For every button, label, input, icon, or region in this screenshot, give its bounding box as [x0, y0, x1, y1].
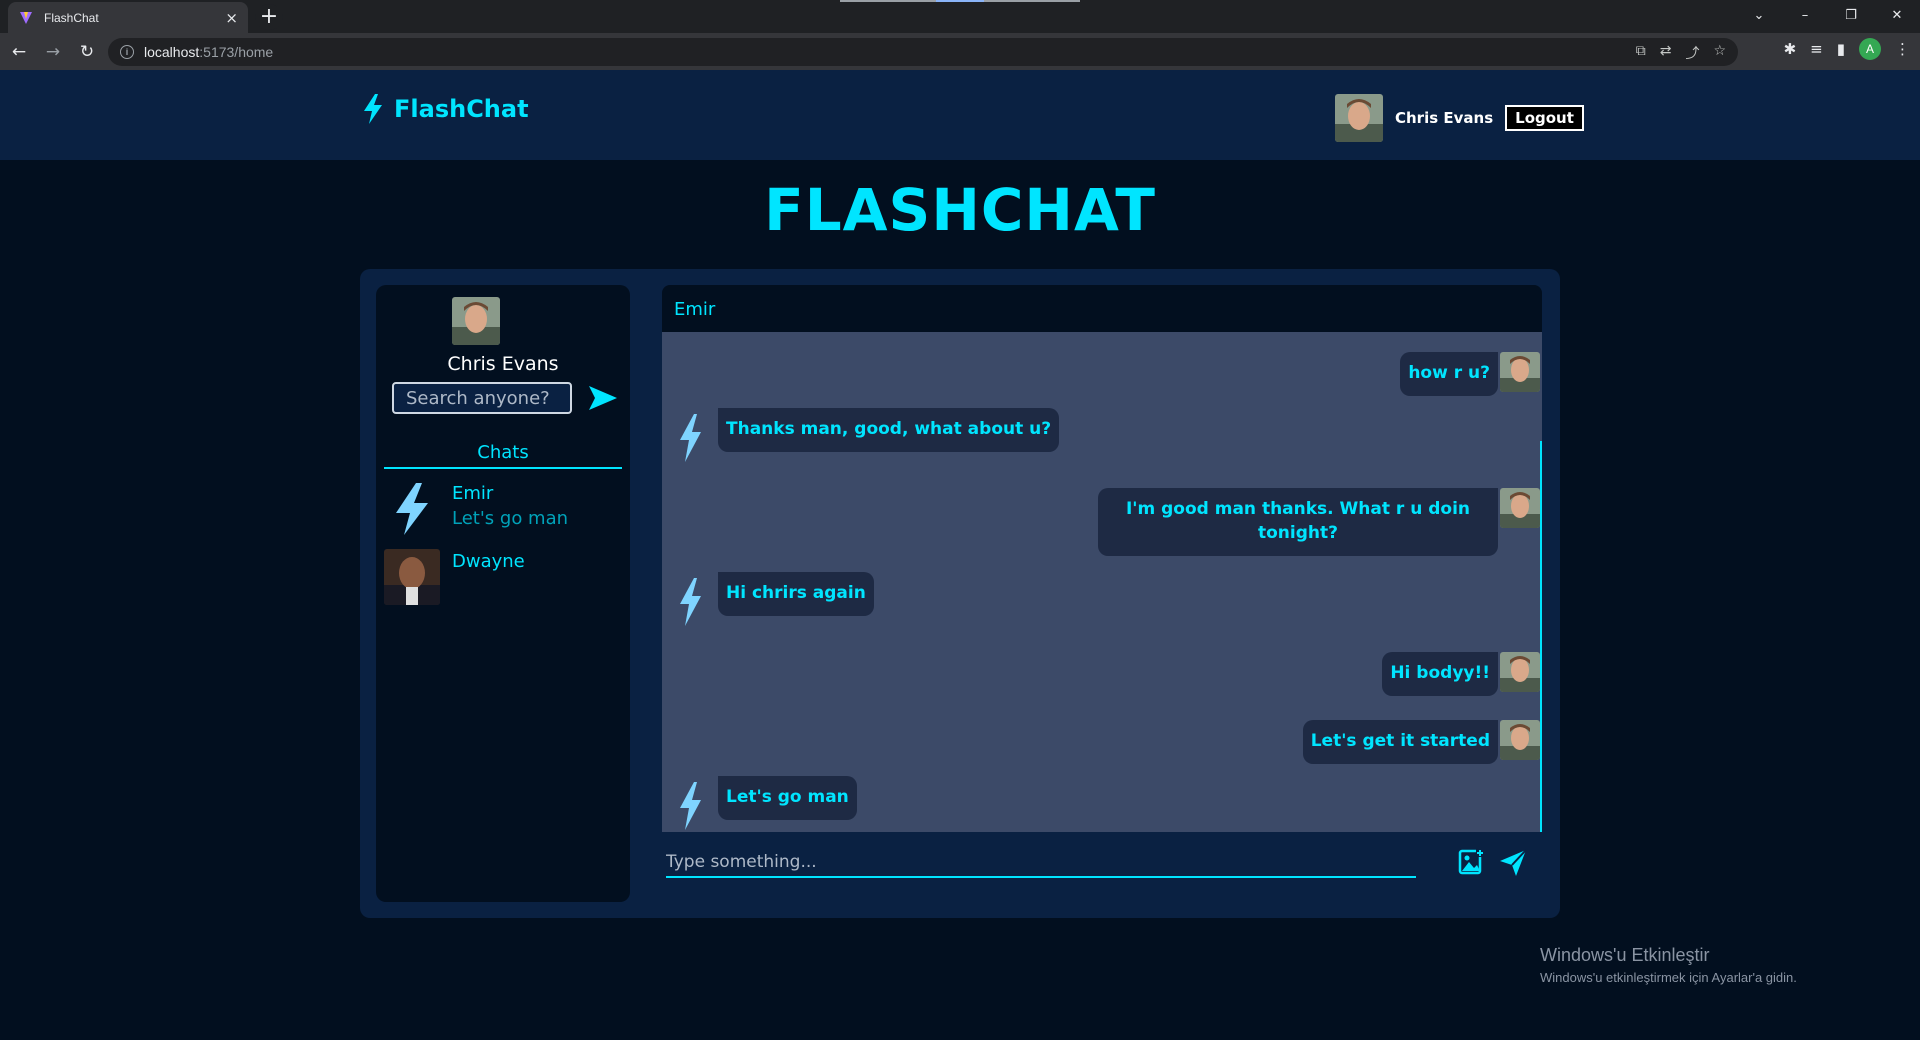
translate-icon[interactable]: ⇄: [1660, 43, 1672, 63]
sidebar: Chris Evans Chats Emir Let's go man Dway…: [376, 285, 630, 902]
message-composer: [662, 832, 1542, 902]
tab-title: FlashChat: [44, 10, 99, 25]
watermark-title: Windows'u Etkinleştir: [1540, 945, 1710, 965]
list-item[interactable]: Dwayne: [384, 549, 622, 609]
reload-icon[interactable]: ↻: [72, 37, 102, 67]
header-user: Chris Evans Logout: [1335, 94, 1584, 142]
sidebar-user-name: Chris Evans: [447, 353, 559, 375]
site-info-icon[interactable]: i: [120, 45, 134, 59]
vite-favicon-icon: [18, 10, 34, 26]
avatar: [1500, 720, 1540, 760]
side-panel-icon[interactable]: ▮: [1837, 40, 1845, 58]
lightning-icon: [680, 414, 701, 462]
avatar: [1500, 488, 1540, 528]
share-icon[interactable]: ⤴: [1685, 43, 1699, 63]
lightning-icon: [396, 483, 428, 535]
chat-name: Dwayne: [452, 551, 525, 572]
extensions-icon[interactable]: ✱: [1784, 40, 1797, 58]
app-header: FlashChat Chris Evans Logout: [0, 70, 1920, 160]
message-text: Let's get it started: [1302, 720, 1498, 764]
search-send-icon[interactable]: [587, 384, 619, 412]
brand-name: FlashChat: [394, 95, 529, 123]
window-controls: ⌄ – ❐ ✕: [1736, 0, 1920, 30]
avatar: [1500, 652, 1540, 692]
reading-list-icon[interactable]: ≡: [1810, 40, 1823, 58]
extension-icons: ✱ ≡ ▮ A ⋮: [1784, 38, 1910, 60]
lightning-icon: [680, 578, 701, 626]
os-activation-watermark: Windows'u Etkinleştir Windows'u etkinleş…: [1540, 945, 1797, 985]
avatar: [1500, 352, 1540, 392]
message-received: Hi chrirs again: [674, 572, 874, 628]
restore-icon[interactable]: ❐: [1828, 8, 1874, 23]
new-tab-button[interactable]: +: [255, 4, 283, 30]
tab-chats[interactable]: Chats: [384, 442, 622, 469]
browser-tab[interactable]: FlashChat ×: [8, 2, 248, 33]
chat-panel: Chris Evans Chats Emir Let's go man Dway…: [360, 269, 1560, 918]
search-input[interactable]: [392, 382, 572, 414]
back-icon[interactable]: ←: [4, 37, 34, 67]
message-sent: I'm good man thanks. What r u doin tonig…: [1098, 488, 1540, 556]
message-sent: how r u?: [1400, 352, 1540, 396]
message-text: I'm good man thanks. What r u doin tonig…: [1098, 488, 1498, 556]
tab-search-icon[interactable]: ⌄: [1736, 8, 1782, 23]
scrollbar[interactable]: [1540, 441, 1542, 832]
page-title: FLASHCHAT: [764, 176, 1156, 244]
logout-button[interactable]: Logout: [1505, 105, 1584, 131]
loading-indicator: [840, 0, 1080, 2]
browser-toolbar: ← → ↻ i localhost:5173/home ⧉ ⇄ ⤴ ☆: [0, 33, 1920, 70]
message-sent: Let's get it started: [1302, 720, 1540, 764]
avatar: [384, 549, 440, 605]
lightning-icon: [364, 94, 382, 124]
image-upload-icon[interactable]: [1457, 848, 1485, 876]
brand[interactable]: FlashChat: [362, 94, 529, 124]
profile-avatar[interactable]: A: [1859, 38, 1881, 60]
close-window-icon[interactable]: ✕: [1874, 8, 1920, 23]
chat-contact-name: Emir: [674, 299, 716, 320]
watermark-subtitle: Windows'u etkinleştirmek için Ayarlar'a …: [1540, 970, 1797, 985]
message-received: Thanks man, good, what about u?: [674, 408, 1060, 464]
url-text: localhost:5173/home: [144, 44, 274, 60]
message-text: Let's go man: [718, 776, 857, 820]
forward-icon[interactable]: →: [38, 37, 68, 67]
tab-close-icon[interactable]: ×: [225, 9, 238, 27]
header-user-name: Chris Evans: [1395, 109, 1494, 127]
bookmark-star-icon[interactable]: ☆: [1713, 43, 1726, 63]
open-in-icon[interactable]: ⧉: [1636, 43, 1646, 63]
browser-tabbar: FlashChat × + ⌄ – ❐ ✕: [0, 0, 1920, 33]
lightning-icon: [680, 782, 701, 830]
menu-kebab-icon[interactable]: ⋮: [1895, 40, 1910, 58]
message-received: Let's go man: [674, 776, 857, 832]
avatar: [452, 297, 500, 345]
send-icon[interactable]: [1498, 848, 1528, 878]
chat-header: Emir: [662, 285, 1542, 332]
message-text: how r u?: [1400, 352, 1498, 396]
address-bar[interactable]: i localhost:5173/home ⧉ ⇄ ⤴ ☆: [108, 38, 1738, 66]
message-list[interactable]: how r u? Thanks man, good, what about u?…: [662, 332, 1542, 832]
message-text: Hi chrirs again: [718, 572, 874, 616]
message-input[interactable]: [666, 848, 1416, 878]
message-text: Thanks man, good, what about u?: [718, 408, 1060, 452]
message-sent: Hi bodyy!!: [1382, 652, 1540, 696]
avatar: [1335, 94, 1383, 142]
chat-last-message: Let's go man: [452, 508, 569, 529]
minimize-icon[interactable]: –: [1782, 8, 1828, 23]
chat-window: Emir how r u? Thanks man, good, what abo…: [662, 285, 1542, 902]
list-item[interactable]: Emir Let's go man: [384, 481, 622, 541]
message-text: Hi bodyy!!: [1382, 652, 1498, 696]
chat-name: Emir: [452, 483, 494, 504]
